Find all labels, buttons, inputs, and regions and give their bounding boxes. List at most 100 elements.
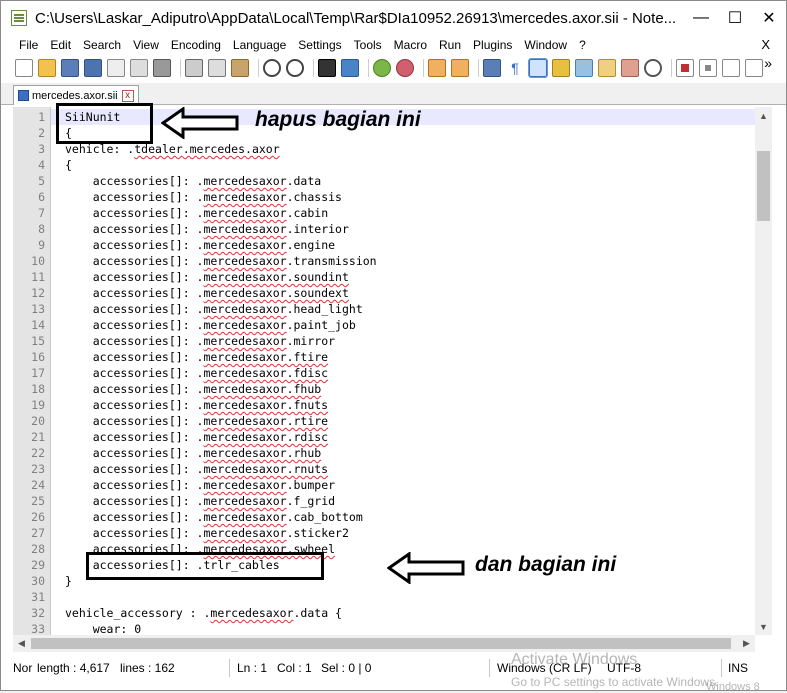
highlight-box-bottom: [86, 552, 324, 580]
folder-as-workspace-icon[interactable]: [621, 59, 639, 77]
menu-tools[interactable]: Tools: [348, 38, 388, 52]
menu-macro[interactable]: Macro: [388, 38, 433, 52]
word-wrap-icon[interactable]: [483, 59, 501, 77]
new-file-icon[interactable]: [15, 59, 33, 77]
maximize-button[interactable]: ☐: [718, 1, 752, 35]
code-line[interactable]: {: [65, 157, 72, 173]
code-line[interactable]: wear: 0: [65, 621, 141, 635]
status-lines: lines : 162: [120, 661, 175, 675]
menu-search[interactable]: Search: [77, 38, 127, 52]
menu-language[interactable]: Language: [227, 38, 292, 52]
file-saved-icon: [18, 90, 29, 101]
copy-icon[interactable]: [208, 59, 226, 77]
code-line[interactable]: accessories[]: .mercedesaxor.rdisc: [65, 429, 328, 445]
code-line[interactable]: accessories[]: .mercedesaxor.data: [65, 173, 322, 189]
zoom-in-icon[interactable]: [373, 59, 391, 77]
code-line[interactable]: accessories[]: .mercedesaxor.soundext: [65, 285, 349, 301]
play-macro-icon[interactable]: [722, 59, 740, 77]
code-text: accessories[]: .: [65, 462, 204, 476]
menu-view[interactable]: View: [127, 38, 165, 52]
status-separator: [229, 659, 230, 677]
replace-icon[interactable]: [341, 59, 359, 77]
run-macro-multiple-icon[interactable]: [745, 59, 763, 77]
stop-macro-icon[interactable]: [699, 59, 717, 77]
code-line[interactable]: accessories[]: .mercedesaxor.engine: [65, 237, 335, 253]
function-list-icon[interactable]: [598, 59, 616, 77]
code-line[interactable]: accessories[]: .mercedesaxor.transmissio…: [65, 253, 377, 269]
open-file-icon[interactable]: [38, 59, 56, 77]
code-line[interactable]: accessories[]: .mercedesaxor.cabin: [65, 205, 328, 221]
code-text: vehicle_accessory : .: [65, 606, 211, 620]
code-line[interactable]: accessories[]: .mercedesaxor.paint_job: [65, 317, 356, 333]
horizontal-scrollbar[interactable]: ◀ ▶: [13, 635, 755, 652]
close-all-icon[interactable]: [130, 59, 148, 77]
code-line[interactable]: accessories[]: .mercedesaxor.sticker2: [65, 525, 349, 541]
close-file-icon[interactable]: [107, 59, 125, 77]
line-number: 28: [31, 542, 45, 556]
code-line[interactable]: }: [65, 573, 72, 589]
menu-encoding[interactable]: Encoding: [165, 38, 227, 52]
menu-plugins[interactable]: Plugins: [467, 38, 518, 52]
vertical-scroll-thumb[interactable]: [757, 151, 770, 221]
scroll-down-icon[interactable]: ▼: [755, 618, 772, 635]
menu-help[interactable]: ?: [573, 38, 592, 52]
code-line[interactable]: accessories[]: .mercedesaxor.soundint: [65, 269, 349, 285]
print-icon[interactable]: [153, 59, 171, 77]
scroll-up-icon[interactable]: ▲: [755, 107, 772, 124]
menu-settings[interactable]: Settings: [292, 38, 347, 52]
code-line[interactable]: accessories[]: .mercedesaxor.head_light: [65, 301, 363, 317]
show-all-characters-icon[interactable]: ¶: [506, 59, 524, 77]
find-icon[interactable]: [318, 59, 336, 77]
code-line[interactable]: accessories[]: .mercedesaxor.chassis: [65, 189, 342, 205]
code-text: wear: 0: [65, 622, 142, 635]
zoom-out-icon[interactable]: [396, 59, 414, 77]
misspelled-token: mercedesaxor: [203, 254, 287, 268]
code-line[interactable]: accessories[]: .mercedesaxor.rhub: [65, 445, 322, 461]
menu-file[interactable]: File: [13, 38, 44, 52]
scroll-left-icon[interactable]: ◀: [13, 635, 30, 652]
menu-close-document[interactable]: X: [761, 37, 770, 52]
sync-horizontal-icon[interactable]: [451, 59, 469, 77]
code-line[interactable]: vehicle_accessory : .mercedesaxor.data {: [65, 605, 342, 621]
monitoring-icon[interactable]: [644, 59, 662, 77]
code-text: accessories[]: .: [65, 510, 204, 524]
code-line[interactable]: accessories[]: .mercedesaxor.fdisc: [65, 365, 328, 381]
code-line[interactable]: accessories[]: .mercedesaxor.f_grid: [65, 493, 335, 509]
tab-mercedes-axor[interactable]: mercedes.axor.sii x: [13, 85, 139, 105]
paste-icon[interactable]: [231, 59, 249, 77]
code-line[interactable]: accessories[]: .mercedesaxor.rtire: [65, 413, 328, 429]
code-line[interactable]: accessories[]: .mercedesaxor.mirror: [65, 333, 335, 349]
user-language-icon[interactable]: [552, 59, 570, 77]
record-macro-icon[interactable]: [676, 59, 694, 77]
code-line[interactable]: accessories[]: .mercedesaxor.cab_bottom: [65, 509, 363, 525]
code-line[interactable]: accessories[]: .mercedesaxor.bumper: [65, 477, 335, 493]
close-tab-icon[interactable]: x: [121, 89, 134, 102]
code-line[interactable]: accessories[]: .mercedesaxor.ftire: [65, 349, 328, 365]
code-line[interactable]: accessories[]: .mercedesaxor.rnuts: [65, 461, 328, 477]
code-line[interactable]: accessories[]: .mercedesaxor.interior: [65, 221, 349, 237]
indent-guide-icon[interactable]: [528, 58, 548, 78]
scroll-right-icon[interactable]: ▶: [738, 635, 755, 652]
document-map-icon[interactable]: [575, 59, 593, 77]
code-line[interactable]: accessories[]: .mercedesaxor.fnuts: [65, 397, 328, 413]
save-all-icon[interactable]: [84, 59, 102, 77]
horizontal-scroll-thumb[interactable]: [31, 638, 731, 649]
title-bar[interactable]: C:\Users\Laskar_Adiputro\AppData\Local\T…: [1, 1, 786, 35]
misspelled-token: mercedesaxor.soundint: [203, 270, 349, 284]
code-text: .f_grid: [286, 494, 336, 508]
menu-edit[interactable]: Edit: [44, 38, 77, 52]
misspelled-token: mercedesaxor: [203, 526, 287, 540]
close-button[interactable]: ✕: [752, 1, 786, 35]
sync-vertical-icon[interactable]: [428, 59, 446, 77]
menu-run[interactable]: Run: [433, 38, 467, 52]
vertical-scrollbar[interactable]: ▲ ▼: [755, 107, 772, 635]
save-icon[interactable]: [61, 59, 79, 77]
redo-icon[interactable]: [286, 59, 304, 77]
menu-bar: File Edit Search View Encoding Language …: [1, 35, 786, 55]
toolbar-overflow-icon[interactable]: »: [764, 55, 772, 71]
undo-icon[interactable]: [263, 59, 281, 77]
menu-window[interactable]: Window: [518, 38, 573, 52]
minimize-button[interactable]: —: [684, 1, 718, 35]
cut-icon[interactable]: [185, 59, 203, 77]
code-line[interactable]: accessories[]: .mercedesaxor.fhub: [65, 381, 322, 397]
